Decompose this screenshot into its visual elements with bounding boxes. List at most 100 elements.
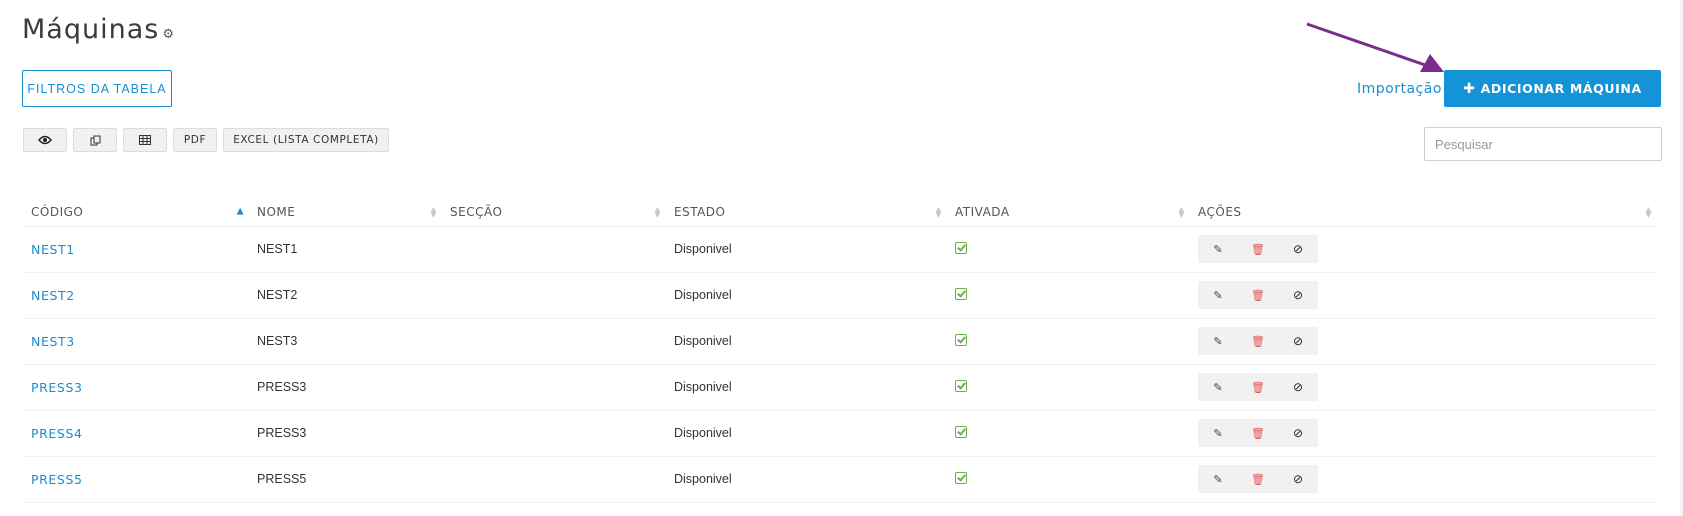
copy-icon: [90, 135, 100, 145]
machine-code-link[interactable]: PRESS4: [31, 426, 83, 441]
add-machine-button[interactable]: ✚ ADICIONAR MÁQUINA: [1444, 70, 1661, 107]
machine-code-link[interactable]: PRESS5: [31, 472, 83, 487]
gear-icon[interactable]: ⚙: [162, 27, 174, 42]
table-row: NEST2 NEST2 Disponivel ✎ 🗑 ⊘: [24, 272, 1658, 319]
column-visibility-button[interactable]: [23, 128, 67, 152]
table-row: PRESS3 PRESS3 Disponivel ✎ 🗑 ⊘: [24, 364, 1658, 411]
cell-name: PRESS3: [250, 364, 443, 411]
cell-section: [443, 456, 667, 503]
cell-actions: ✎ 🗑 ⊘: [1191, 456, 1658, 503]
cell-status: Disponivel: [667, 410, 948, 457]
cell-active: [948, 456, 1191, 503]
column-header-label: ESTADO: [674, 204, 726, 219]
cell-code: NEST2: [24, 272, 250, 319]
check-square-icon: [955, 287, 967, 300]
ban-icon[interactable]: ⊘: [1278, 373, 1318, 401]
cell-name: PRESS3: [250, 410, 443, 457]
add-machine-label: ADICIONAR MÁQUINA: [1480, 81, 1642, 96]
edit-icon[interactable]: ✎: [1198, 281, 1238, 309]
cell-name: NEST1: [250, 226, 443, 273]
cell-name: NEST2: [250, 272, 443, 319]
cell-section: [443, 226, 667, 273]
cell-active: [948, 272, 1191, 319]
trash-icon[interactable]: 🗑: [1238, 235, 1278, 263]
trash-icon[interactable]: 🗑: [1238, 419, 1278, 447]
table-body: NEST1 NEST1 Disponivel ✎ 🗑 ⊘ NEST2 NEST2…: [24, 226, 1658, 503]
main-panel: Máquinas ⚙ FILTROS DA TABELA Importação …: [0, 0, 1680, 516]
check-square-icon: [955, 241, 967, 254]
table-header-row: CÓDIGO ▲ NOME ▲ ▼ SECÇÃO ▲ ▼ ESTADO ▲ ▼ ATI…: [24, 198, 1658, 227]
edit-icon[interactable]: ✎: [1198, 235, 1238, 263]
machine-code-link[interactable]: NEST1: [31, 242, 75, 257]
check-square-icon: [955, 333, 967, 346]
column-header-active[interactable]: ATIVADA ▲ ▼: [948, 198, 1191, 227]
row-actions: ✎ 🗑 ⊘: [1198, 327, 1318, 355]
pdf-button[interactable]: PDF: [173, 128, 217, 152]
cell-active: [948, 318, 1191, 365]
column-header-label: NOME: [257, 204, 296, 219]
ban-icon[interactable]: ⊘: [1278, 419, 1318, 447]
column-header-code[interactable]: CÓDIGO ▲: [24, 198, 250, 227]
sort-icon: ▲ ▼: [654, 204, 661, 219]
row-actions: ✎ 🗑 ⊘: [1198, 465, 1318, 493]
cell-code: PRESS4: [24, 410, 250, 457]
table-row: NEST3 NEST3 Disponivel ✎ 🗑 ⊘: [24, 318, 1658, 365]
cell-name: PRESS5: [250, 456, 443, 503]
check-square-icon: [955, 379, 967, 392]
check-square-icon: [955, 471, 967, 484]
column-header-status[interactable]: ESTADO ▲ ▼: [667, 198, 948, 227]
sort-icon: ▲ ▼: [1178, 204, 1185, 219]
edit-icon[interactable]: ✎: [1198, 373, 1238, 401]
import-link[interactable]: Importação: [1357, 81, 1442, 97]
trash-icon[interactable]: 🗑: [1238, 327, 1278, 355]
sort-icon: ▲ ▼: [430, 204, 437, 219]
machines-table: CÓDIGO ▲ NOME ▲ ▼ SECÇÃO ▲ ▼ ESTADO ▲ ▼ ATI…: [24, 198, 1658, 503]
cell-status: Disponivel: [667, 364, 948, 411]
cell-section: [443, 364, 667, 411]
column-header-actions[interactable]: AÇÕES ▲ ▼: [1191, 198, 1658, 227]
ban-icon[interactable]: ⊘: [1278, 281, 1318, 309]
search-input[interactable]: [1424, 127, 1662, 161]
ban-icon[interactable]: ⊘: [1278, 235, 1318, 263]
cell-status: Disponivel: [667, 272, 948, 319]
table-row: PRESS5 PRESS5 Disponivel ✎ 🗑 ⊘: [24, 456, 1658, 503]
edit-icon[interactable]: ✎: [1198, 419, 1238, 447]
machine-code-link[interactable]: PRESS3: [31, 380, 83, 395]
table-row: NEST1 NEST1 Disponivel ✎ 🗑 ⊘: [24, 226, 1658, 273]
cell-active: [948, 364, 1191, 411]
csv-button[interactable]: [123, 128, 167, 152]
export-toolbar: PDF EXCEL (LISTA COMPLETA): [23, 128, 389, 152]
machine-code-link[interactable]: NEST2: [31, 288, 75, 303]
cell-status: Disponivel: [667, 318, 948, 365]
cell-active: [948, 226, 1191, 273]
column-header-name[interactable]: NOME ▲ ▼: [250, 198, 443, 227]
row-actions: ✎ 🗑 ⊘: [1198, 235, 1318, 263]
sort-asc-icon: ▲: [236, 206, 244, 217]
edit-icon[interactable]: ✎: [1198, 327, 1238, 355]
page-title: Máquinas: [22, 14, 160, 45]
edit-icon[interactable]: ✎: [1198, 465, 1238, 493]
column-header-section[interactable]: SECÇÃO ▲ ▼: [443, 198, 667, 227]
sort-icon: ▲ ▼: [1645, 204, 1652, 219]
trash-icon[interactable]: 🗑: [1238, 373, 1278, 401]
trash-icon[interactable]: 🗑: [1238, 465, 1278, 493]
cell-active: [948, 410, 1191, 457]
sort-icon: ▲ ▼: [935, 204, 942, 219]
ban-icon[interactable]: ⊘: [1278, 327, 1318, 355]
cell-code: NEST1: [24, 226, 250, 273]
row-actions: ✎ 🗑 ⊘: [1198, 281, 1318, 309]
cell-code: PRESS3: [24, 364, 250, 411]
check-square-icon: [955, 425, 967, 438]
table-filters-button[interactable]: FILTROS DA TABELA: [22, 70, 172, 107]
machine-code-link[interactable]: NEST3: [31, 334, 75, 349]
cell-name: NEST3: [250, 318, 443, 365]
eye-icon: [38, 135, 52, 145]
ban-icon[interactable]: ⊘: [1278, 465, 1318, 493]
copy-button[interactable]: [73, 128, 117, 152]
cell-actions: ✎ 🗑 ⊘: [1191, 226, 1658, 273]
cell-status: Disponivel: [667, 226, 948, 273]
trash-icon[interactable]: 🗑: [1238, 281, 1278, 309]
cell-actions: ✎ 🗑 ⊘: [1191, 410, 1658, 457]
excel-button[interactable]: EXCEL (LISTA COMPLETA): [223, 128, 389, 152]
column-header-label: CÓDIGO: [31, 204, 84, 219]
